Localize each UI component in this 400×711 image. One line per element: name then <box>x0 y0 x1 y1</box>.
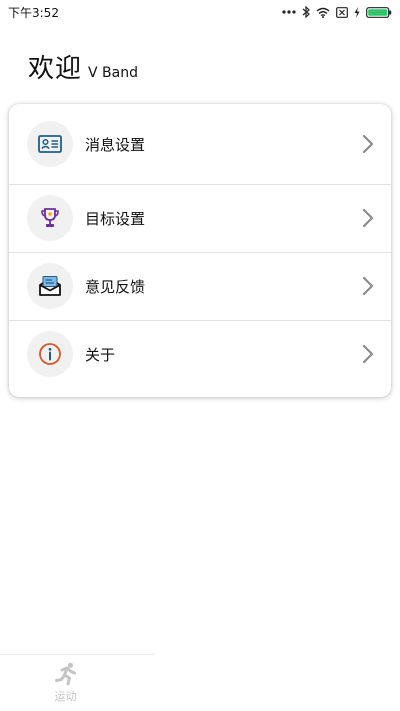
info-icon <box>39 343 61 365</box>
menu-item-about[interactable]: 关于 <box>9 320 391 388</box>
wifi-icon <box>316 7 330 18</box>
status-bar: 下午3:52 <box>0 0 400 24</box>
chevron-right-icon <box>362 344 374 364</box>
menu-item-label: 消息设置 <box>85 135 146 154</box>
sim-off-icon <box>336 6 348 18</box>
charging-icon <box>354 6 360 18</box>
status-time: 下午3:52 <box>8 5 59 20</box>
menu-item-goal-settings[interactable]: 目标设置 <box>9 184 391 252</box>
chevron-right-icon <box>362 276 374 296</box>
tab-sport[interactable]: 运动 <box>53 662 79 704</box>
device-name: V Band <box>88 65 138 81</box>
settings-card: 消息设置 目标设置 意见反馈 关于 <box>9 104 391 397</box>
trophy-icon <box>41 208 59 227</box>
mail-icon <box>39 276 61 296</box>
status-icons <box>282 6 392 18</box>
battery-icon <box>366 6 392 18</box>
menu-item-label: 目标设置 <box>85 209 146 228</box>
welcome-title: 欢迎 <box>28 54 83 84</box>
chevron-right-icon <box>362 134 374 154</box>
menu-item-label: 关于 <box>85 345 116 364</box>
bottom-nav: 运动 <box>0 654 155 711</box>
more-dots-icon <box>282 10 296 14</box>
running-icon <box>54 662 76 686</box>
menu-item-message-settings[interactable]: 消息设置 <box>9 104 391 184</box>
welcome-header: 欢迎 V Band <box>28 48 138 85</box>
bluetooth-icon <box>302 6 310 18</box>
tab-label: 运动 <box>54 690 77 703</box>
chevron-right-icon <box>362 208 374 228</box>
contact-card-icon <box>38 135 62 153</box>
menu-item-label: 意见反馈 <box>85 277 146 296</box>
menu-item-feedback[interactable]: 意见反馈 <box>9 252 391 320</box>
